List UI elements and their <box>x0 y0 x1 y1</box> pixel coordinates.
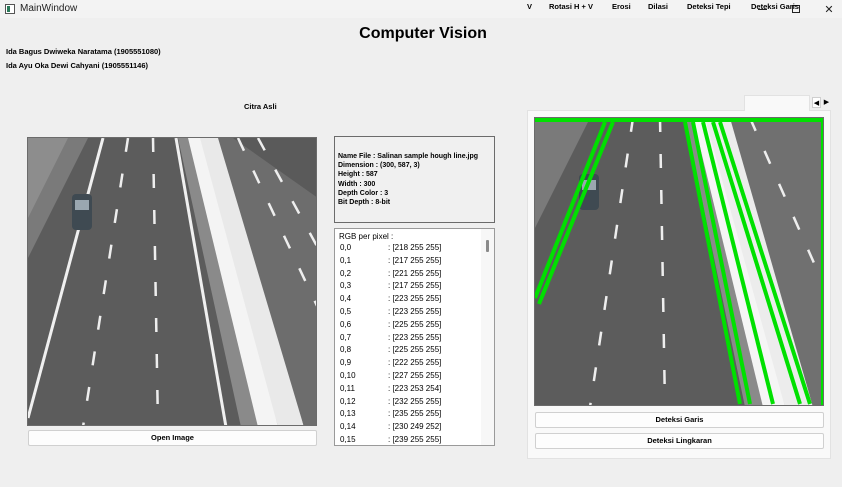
pixel-coordinate: 0,12 <box>340 396 356 406</box>
chevron-left-icon: ◀ <box>813 100 820 107</box>
pixel-rgb-value: : [218 255 255] <box>388 243 442 252</box>
pixel-coordinate: 0,1 <box>340 255 352 265</box>
list-item[interactable]: 0,12 : [232 255 255] <box>340 397 480 410</box>
pixel-rgb-value: : [221 255 255] <box>388 268 442 278</box>
close-button[interactable]: ✕ <box>813 0 842 18</box>
list-item[interactable]: 0,6 : [225 255 255] <box>340 320 480 333</box>
tab-v[interactable]: V <box>527 2 532 11</box>
pixel-rgb-value: : [232 255 255] <box>388 396 442 406</box>
list-item[interactable]: 0,11 : [223 253 254] <box>340 384 480 397</box>
info-height: Height : 587 <box>338 171 378 179</box>
pixel-rgb-value: : [223 255 255] <box>388 306 442 316</box>
list-item[interactable]: 0,14 : [230 249 252] <box>340 422 480 435</box>
list-item[interactable]: 0,4 : [223 255 255] <box>340 294 480 307</box>
window-title: MainWindow <box>20 3 78 14</box>
pixel-coordinate: 0,15 <box>340 434 356 444</box>
list-item[interactable]: 0,9 : [222 255 255] <box>340 358 480 371</box>
original-image <box>27 137 317 426</box>
list-item[interactable]: 0,8 : [225 255 255] <box>340 345 480 358</box>
rgb-scrollbar[interactable] <box>481 229 494 445</box>
list-item[interactable]: 0,1 : [217 255 255] <box>340 256 480 269</box>
pixel-coordinate: 0,0 <box>340 243 352 252</box>
rgb-scrollbar-thumb[interactable] <box>486 240 489 252</box>
tab-erosi[interactable]: Erosi <box>612 2 631 11</box>
info-filename: Name File : Salinan sample hough line.jp… <box>338 153 479 160</box>
list-item[interactable]: 0,0 : [218 255 255] <box>340 243 480 256</box>
list-item[interactable]: 0,7 : [223 255 255] <box>340 333 480 346</box>
pixel-coordinate: 0,11 <box>340 383 355 393</box>
pixel-coordinate: 0,8 <box>340 345 352 355</box>
image-info-panel: Name File : Salinan sample hough line.jp… <box>334 136 495 223</box>
list-item[interactable]: 0,15 : [239 255 255] <box>340 434 480 445</box>
list-item[interactable]: 0,13 : [235 255 255] <box>340 409 480 422</box>
tab-rotasi[interactable]: Rotasi H + V <box>549 2 593 11</box>
pixel-coordinate: 0,3 <box>340 281 352 291</box>
info-bit-depth: Bit Depth : 8-bit <box>338 199 391 207</box>
rgb-list: 0,0 : [218 255 255] 0,1 : [217 255 255] 0,2:… <box>340 243 480 445</box>
pixel-rgb-value: : [239 255 255] <box>388 434 442 444</box>
pixel-rgb-value: : [222 255 255] <box>388 358 442 368</box>
pixel-coordinate: 0,13 <box>340 409 356 419</box>
detect-lines-button[interactable]: Deteksi Garis <box>535 412 824 428</box>
rgb-header: RGB per pixel : <box>339 232 394 241</box>
list-item[interactable]: 0,3 : [217 255 255] <box>340 281 480 294</box>
highway-image <box>28 138 316 425</box>
pixel-coordinate: 0,7 <box>340 332 352 342</box>
tab-scroll-left-button[interactable]: ◀ <box>812 97 821 108</box>
chevron-right-icon: ▶ <box>823 99 830 106</box>
pixel-coordinate: 0,10 <box>340 370 356 380</box>
pixel-rgb-value: : [217 255 255] <box>388 255 442 265</box>
pixel-coordinate: 0,4 <box>340 294 352 304</box>
app-icon <box>5 4 15 14</box>
pixel-coordinate: 0,9 <box>340 358 352 368</box>
pixel-rgb-value: : [223 255 255] <box>388 294 442 304</box>
author-2: Ida Ayu Oka Dewi Cahyani (1905551146) <box>6 61 149 70</box>
pixel-rgb-value: : [230 249 252] <box>388 422 442 432</box>
rgb-list-panel[interactable]: RGB per pixel : 0,0 : [218 255 255] 0,1 : [… <box>334 228 495 446</box>
pixel-rgb-value: : [217 255 255] <box>388 281 442 291</box>
list-item[interactable]: 0,2 : [221 255 255] <box>340 269 480 282</box>
tab-deteksi-garis[interactable]: Deteksi Garis <box>751 2 799 11</box>
info-depth-color: Depth Color : 3 <box>338 189 389 197</box>
pixel-rgb-value: : [235 255 255] <box>388 409 442 419</box>
pixel-coordinate: 0,2 <box>340 268 352 278</box>
pixel-coordinate: 0,14 <box>340 422 356 432</box>
detected-lines-image <box>535 118 823 405</box>
pixel-rgb-value: : [223 255 255] <box>388 332 442 342</box>
page-title: Computer Vision <box>359 25 487 42</box>
active-tab-background <box>744 95 810 111</box>
info-dimension: Dimension : (300, 587, 3) <box>338 162 420 170</box>
close-icon: ✕ <box>824 3 834 16</box>
detect-circles-button[interactable]: Deteksi Lingkaran <box>535 433 824 449</box>
pixel-rgb-value: : [225 255 255] <box>388 345 442 355</box>
tab-dilasi[interactable]: Dilasi <box>648 2 668 11</box>
open-image-button[interactable]: Open Image <box>28 430 317 446</box>
original-image-label: Citra Asli <box>244 102 277 111</box>
info-width: Width : 300 <box>338 180 376 188</box>
tab-scroll-right-button[interactable]: ▶ <box>822 97 831 108</box>
pixel-coordinate: 0,5 <box>340 306 352 316</box>
list-item[interactable]: 0,10 : [227 255 255] <box>340 371 480 384</box>
pixel-coordinate: 0,6 <box>340 319 352 329</box>
author-1: Ida Bagus Dwiweka Naratama (1905551080) <box>6 47 161 56</box>
pixel-rgb-value: : [227 255 255] <box>388 370 442 380</box>
pixel-rgb-value: : [223 253 254] <box>388 383 442 393</box>
result-image <box>534 117 824 406</box>
list-item[interactable]: 0,5 : [223 255 255] <box>340 307 480 320</box>
tab-deteksi-tepi[interactable]: Deteksi Tepi <box>687 2 731 11</box>
pixel-rgb-value: : [225 255 255] <box>388 319 442 329</box>
